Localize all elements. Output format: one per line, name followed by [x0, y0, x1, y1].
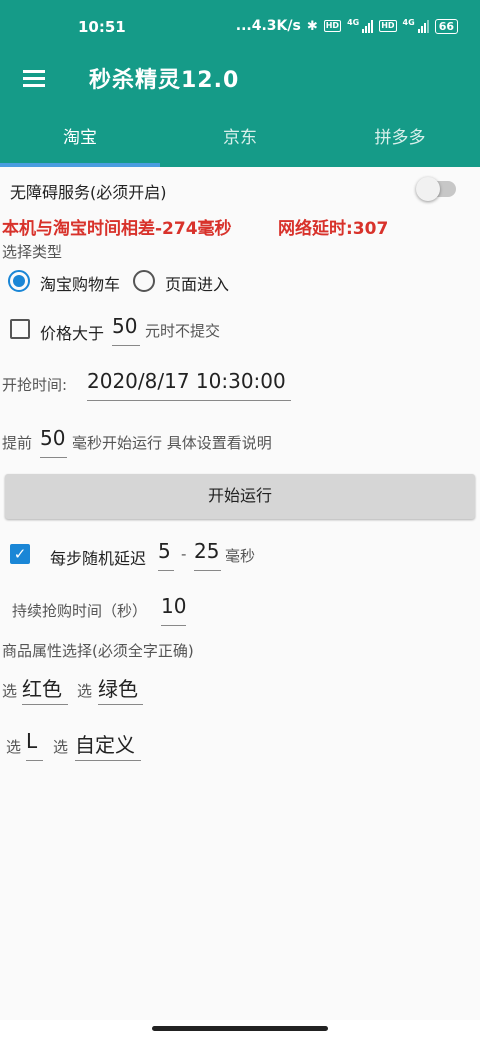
- start-run-button[interactable]: 开始运行: [5, 474, 475, 519]
- random-delay-label: 每步随机延迟: [50, 549, 147, 568]
- 4g-icon: 4G: [402, 18, 415, 27]
- advance-input[interactable]: 50: [40, 426, 67, 458]
- status-bar: 10:51 ...4.3K/s ✱ HD 4G HD 4G 66: [0, 0, 480, 56]
- accessibility-switch[interactable]: [416, 177, 456, 201]
- signal-icon: [417, 19, 429, 33]
- menu-icon[interactable]: [22, 66, 48, 92]
- time-diff-text: 本机与淘宝时间相差-274毫秒: [2, 219, 232, 239]
- price-limit-suffix: 元时不提交: [145, 322, 221, 340]
- bluetooth-icon: ✱: [306, 18, 318, 34]
- hd-icon: HD: [379, 20, 397, 32]
- price-limit-checkbox[interactable]: [10, 319, 30, 339]
- 4g-icon: 4G: [347, 18, 360, 27]
- attr-input-2[interactable]: 绿色: [98, 673, 143, 705]
- latency-text: 网络延时:307: [278, 219, 389, 239]
- attr-input-1[interactable]: 红色: [22, 673, 68, 705]
- radio-taobao-cart[interactable]: [8, 270, 30, 292]
- app-title: 秒杀精灵12.0: [89, 68, 240, 93]
- random-delay-checkbox[interactable]: ✓: [10, 544, 30, 564]
- start-time-input[interactable]: 2020/8/17 10:30:00: [87, 369, 291, 401]
- attr-select-label-2: 选: [77, 682, 93, 700]
- signal-icon: [362, 19, 374, 33]
- status-time: 10:51: [78, 18, 126, 36]
- switch-thumb: [416, 177, 440, 201]
- price-limit-input[interactable]: 50: [112, 314, 140, 346]
- random-delay-min-input[interactable]: 5: [158, 539, 174, 571]
- advance-prefix: 提前: [2, 434, 33, 452]
- radio-taobao-cart-label[interactable]: 淘宝购物车: [40, 271, 120, 295]
- attr-select-label-1: 选: [2, 682, 18, 700]
- hd-icon: HD: [323, 20, 342, 32]
- radio-page-enter-label[interactable]: 页面进入: [165, 271, 229, 295]
- attr-select-label-4: 选: [53, 738, 69, 756]
- net-speed: ...4.3K/s: [235, 18, 301, 34]
- attr-select-label-3: 选: [6, 738, 22, 756]
- select-type-label: 选择类型: [2, 243, 63, 261]
- start-time-label: 开抢时间:: [2, 376, 68, 394]
- attributes-label: 商品属性选择(必须全字正确): [2, 642, 194, 660]
- duration-input[interactable]: 10: [161, 594, 186, 626]
- tab-bar: 淘宝 京东 拼多多: [0, 112, 480, 167]
- tab-taobao[interactable]: 淘宝: [0, 112, 160, 167]
- tab-pinduoduo[interactable]: 拼多多: [320, 112, 480, 167]
- attr-input-4[interactable]: 自定义: [75, 729, 141, 761]
- random-delay-max-input[interactable]: 25: [194, 539, 221, 571]
- random-delay-unit: 毫秒: [225, 547, 256, 565]
- app-bar: 秒杀精灵12.0: [0, 56, 480, 112]
- advance-suffix: 毫秒开始运行 具体设置看说明: [72, 434, 272, 452]
- tab-jingdong[interactable]: 京东: [160, 112, 320, 167]
- status-icons: ...4.3K/s ✱ HD 4G HD 4G 66: [236, 18, 458, 34]
- accessibility-label: 无障碍服务(必须开启): [10, 183, 167, 202]
- home-indicator[interactable]: [152, 1026, 328, 1031]
- price-limit-prefix: 价格大于: [40, 324, 105, 343]
- attr-input-3[interactable]: L: [26, 729, 43, 761]
- random-delay-separator: -: [181, 545, 187, 563]
- radio-page-enter[interactable]: [133, 270, 155, 292]
- duration-label: 持续抢购时间（秒）: [12, 602, 148, 620]
- battery-icon: 66: [434, 18, 458, 34]
